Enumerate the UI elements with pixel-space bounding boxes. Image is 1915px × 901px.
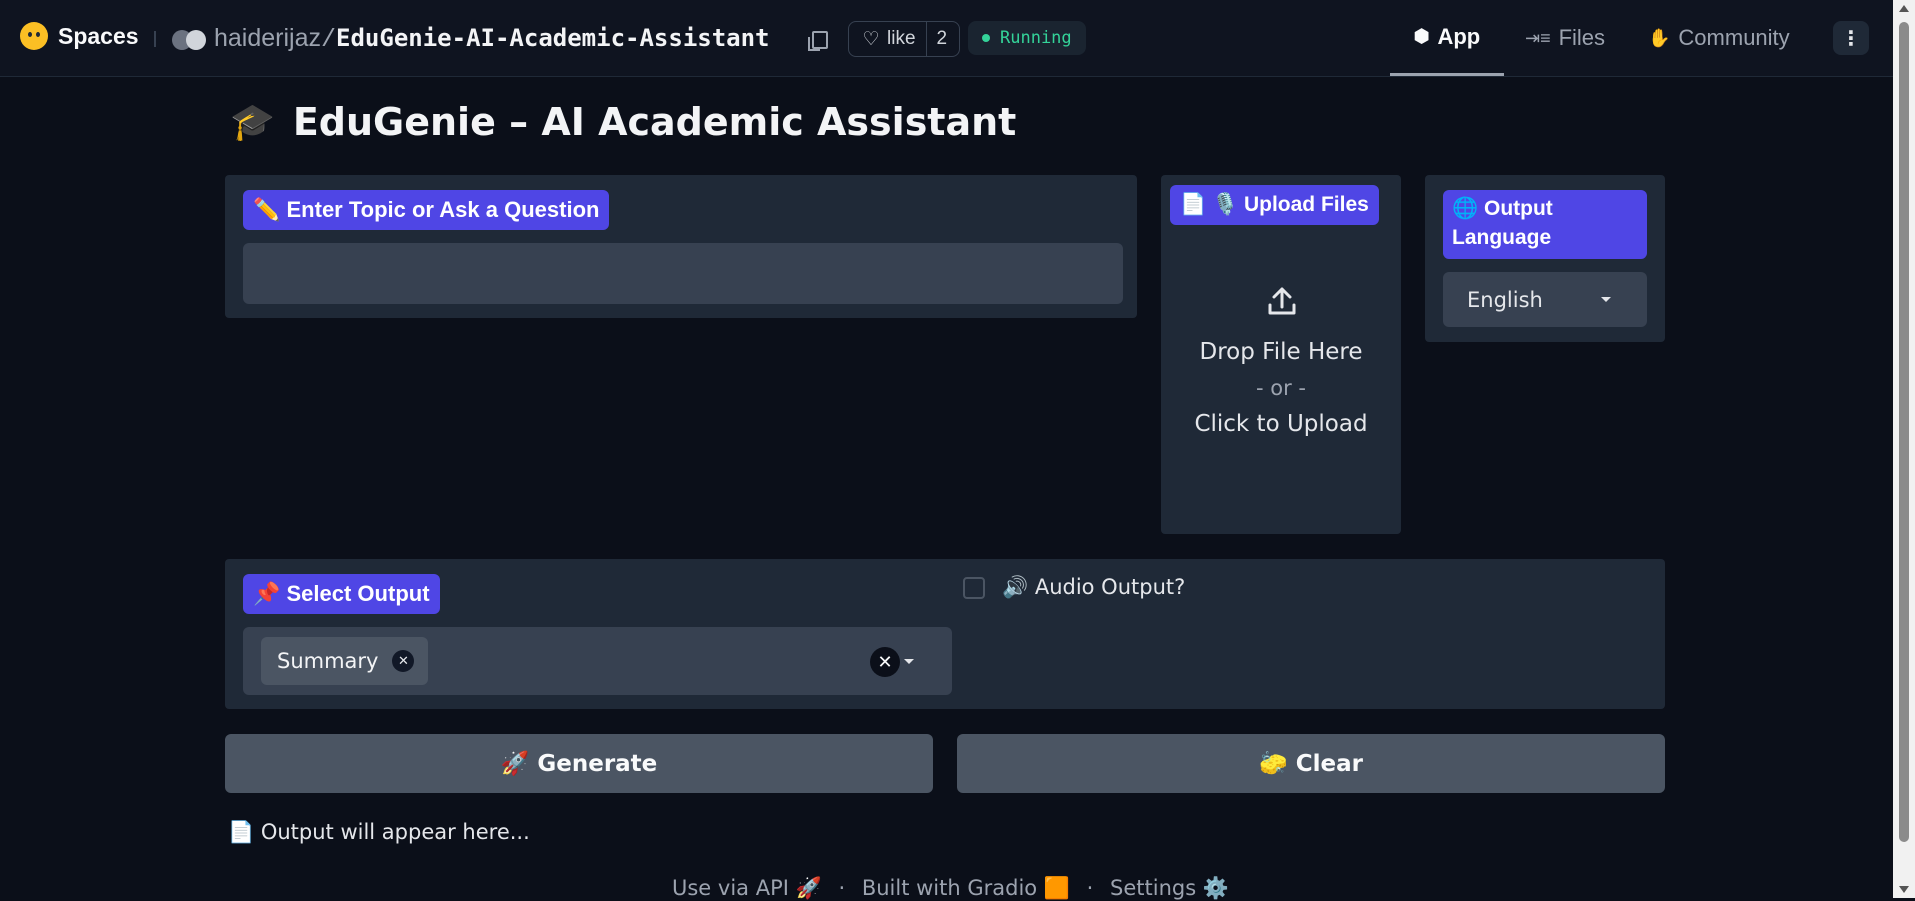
spaces-header: Spaces haiderijaz/EduGenie-AI-Academic-A… bbox=[0, 0, 1893, 77]
settings-link[interactable]: Settings ⚙️ bbox=[1110, 876, 1229, 900]
cube-icon: ⬢ bbox=[1413, 26, 1430, 46]
tab-community[interactable]: ✋ Community bbox=[1648, 0, 1790, 76]
click-to-upload-text: Click to Upload bbox=[1194, 411, 1368, 437]
status-label: Running bbox=[1000, 28, 1072, 48]
topic-input[interactable] bbox=[243, 243, 1123, 304]
footer: Use via API 🚀 · Built with Gradio 🟧 · Se… bbox=[672, 876, 1229, 901]
footer-separator: · bbox=[838, 876, 846, 900]
drop-file-text: Drop File Here bbox=[1199, 339, 1363, 365]
language-panel: 🌐 Output Language English bbox=[1425, 175, 1665, 342]
heart-icon: ♡ bbox=[862, 28, 880, 50]
brand-label: Spaces bbox=[58, 22, 139, 49]
use-via-api-link[interactable]: Use via API 🚀 bbox=[672, 876, 822, 900]
like-label: like bbox=[887, 28, 916, 49]
like-button[interactable]: ♡ like 2 bbox=[848, 21, 960, 57]
spaces-home-link[interactable]: Spaces bbox=[20, 22, 139, 50]
copy-icon[interactable] bbox=[808, 31, 828, 51]
status-dot-icon bbox=[982, 34, 990, 42]
tab-community-label: Community bbox=[1678, 25, 1790, 50]
repo-breadcrumb: haiderijaz/EduGenie-AI-Academic-Assistan… bbox=[214, 24, 770, 54]
selected-tag-summary: Summary ✕ bbox=[261, 637, 429, 685]
header-divider bbox=[154, 31, 156, 47]
tab-files-label: Files bbox=[1558, 25, 1606, 50]
community-icon: ✋ bbox=[1648, 27, 1671, 48]
language-label: 🌐 Output Language bbox=[1443, 190, 1647, 259]
owner-link[interactable]: haiderijaz bbox=[214, 24, 321, 52]
app-title: EduGenie – AI Academic Assistant bbox=[292, 100, 1017, 144]
owner-avatar[interactable] bbox=[172, 30, 210, 50]
page-scrollbar[interactable] bbox=[1893, 0, 1915, 898]
generate-button[interactable]: 🚀 Generate bbox=[225, 734, 933, 793]
select-output-label: 📌 Select Output bbox=[243, 574, 440, 614]
breadcrumb-separator: / bbox=[321, 25, 337, 54]
like-count[interactable]: 2 bbox=[937, 28, 948, 50]
status-badge[interactable]: Running bbox=[968, 21, 1086, 55]
chevron-down-icon bbox=[1601, 297, 1611, 302]
upload-panel[interactable]: 📄 🎙️ Upload Files Drop File Here - or - … bbox=[1161, 175, 1401, 534]
files-icon: ⇥≡ bbox=[1525, 27, 1551, 48]
scroll-up-icon[interactable] bbox=[1899, 5, 1909, 12]
chevron-down-icon[interactable] bbox=[904, 659, 914, 664]
topic-label: ✏️ Enter Topic or Ask a Question bbox=[243, 190, 610, 230]
footer-separator: · bbox=[1086, 876, 1094, 900]
language-value: English bbox=[1467, 287, 1543, 312]
tab-app-label: App bbox=[1437, 23, 1481, 49]
tab-files[interactable]: ⇥≡ Files bbox=[1525, 0, 1605, 76]
more-menu-icon[interactable]: ⋮ bbox=[1833, 21, 1869, 55]
graduation-cap-icon: 🎓 bbox=[230, 102, 275, 143]
scrollbar-thumb[interactable] bbox=[1899, 22, 1909, 842]
scroll-down-icon[interactable] bbox=[1899, 886, 1909, 893]
audio-output-checkbox[interactable] bbox=[963, 577, 985, 599]
remove-tag-icon[interactable]: ✕ bbox=[392, 650, 415, 672]
output-placeholder: 📄 Output will appear here... bbox=[228, 820, 530, 844]
clear-selection-icon[interactable]: ✕ bbox=[870, 647, 900, 677]
upload-or-text: - or - bbox=[1256, 376, 1306, 400]
repo-name-link[interactable]: EduGenie-AI-Academic-Assistant bbox=[336, 24, 769, 52]
built-with-gradio-link[interactable]: Built with Gradio 🟧 bbox=[862, 876, 1070, 900]
upload-label: 📄 🎙️ Upload Files bbox=[1170, 185, 1379, 225]
output-multiselect[interactable]: Summary ✕ ✕ bbox=[243, 627, 952, 695]
clear-button[interactable]: 🧽 Clear bbox=[957, 734, 1665, 793]
topic-panel: ✏️ Enter Topic or Ask a Question bbox=[225, 175, 1137, 318]
language-dropdown[interactable]: English bbox=[1443, 272, 1647, 327]
select-output-panel: 📌 Select Output Summary ✕ ✕ bbox=[225, 559, 1665, 709]
page-title: 🎓 EduGenie – AI Academic Assistant bbox=[230, 100, 1016, 144]
tab-app[interactable]: ⬢ App bbox=[1390, 0, 1504, 76]
audio-output-label[interactable]: 🔊 Audio Output? bbox=[1002, 575, 1185, 600]
tag-label: Summary bbox=[277, 649, 379, 673]
hugging-face-logo-icon bbox=[20, 22, 48, 50]
upload-icon bbox=[1268, 287, 1296, 315]
